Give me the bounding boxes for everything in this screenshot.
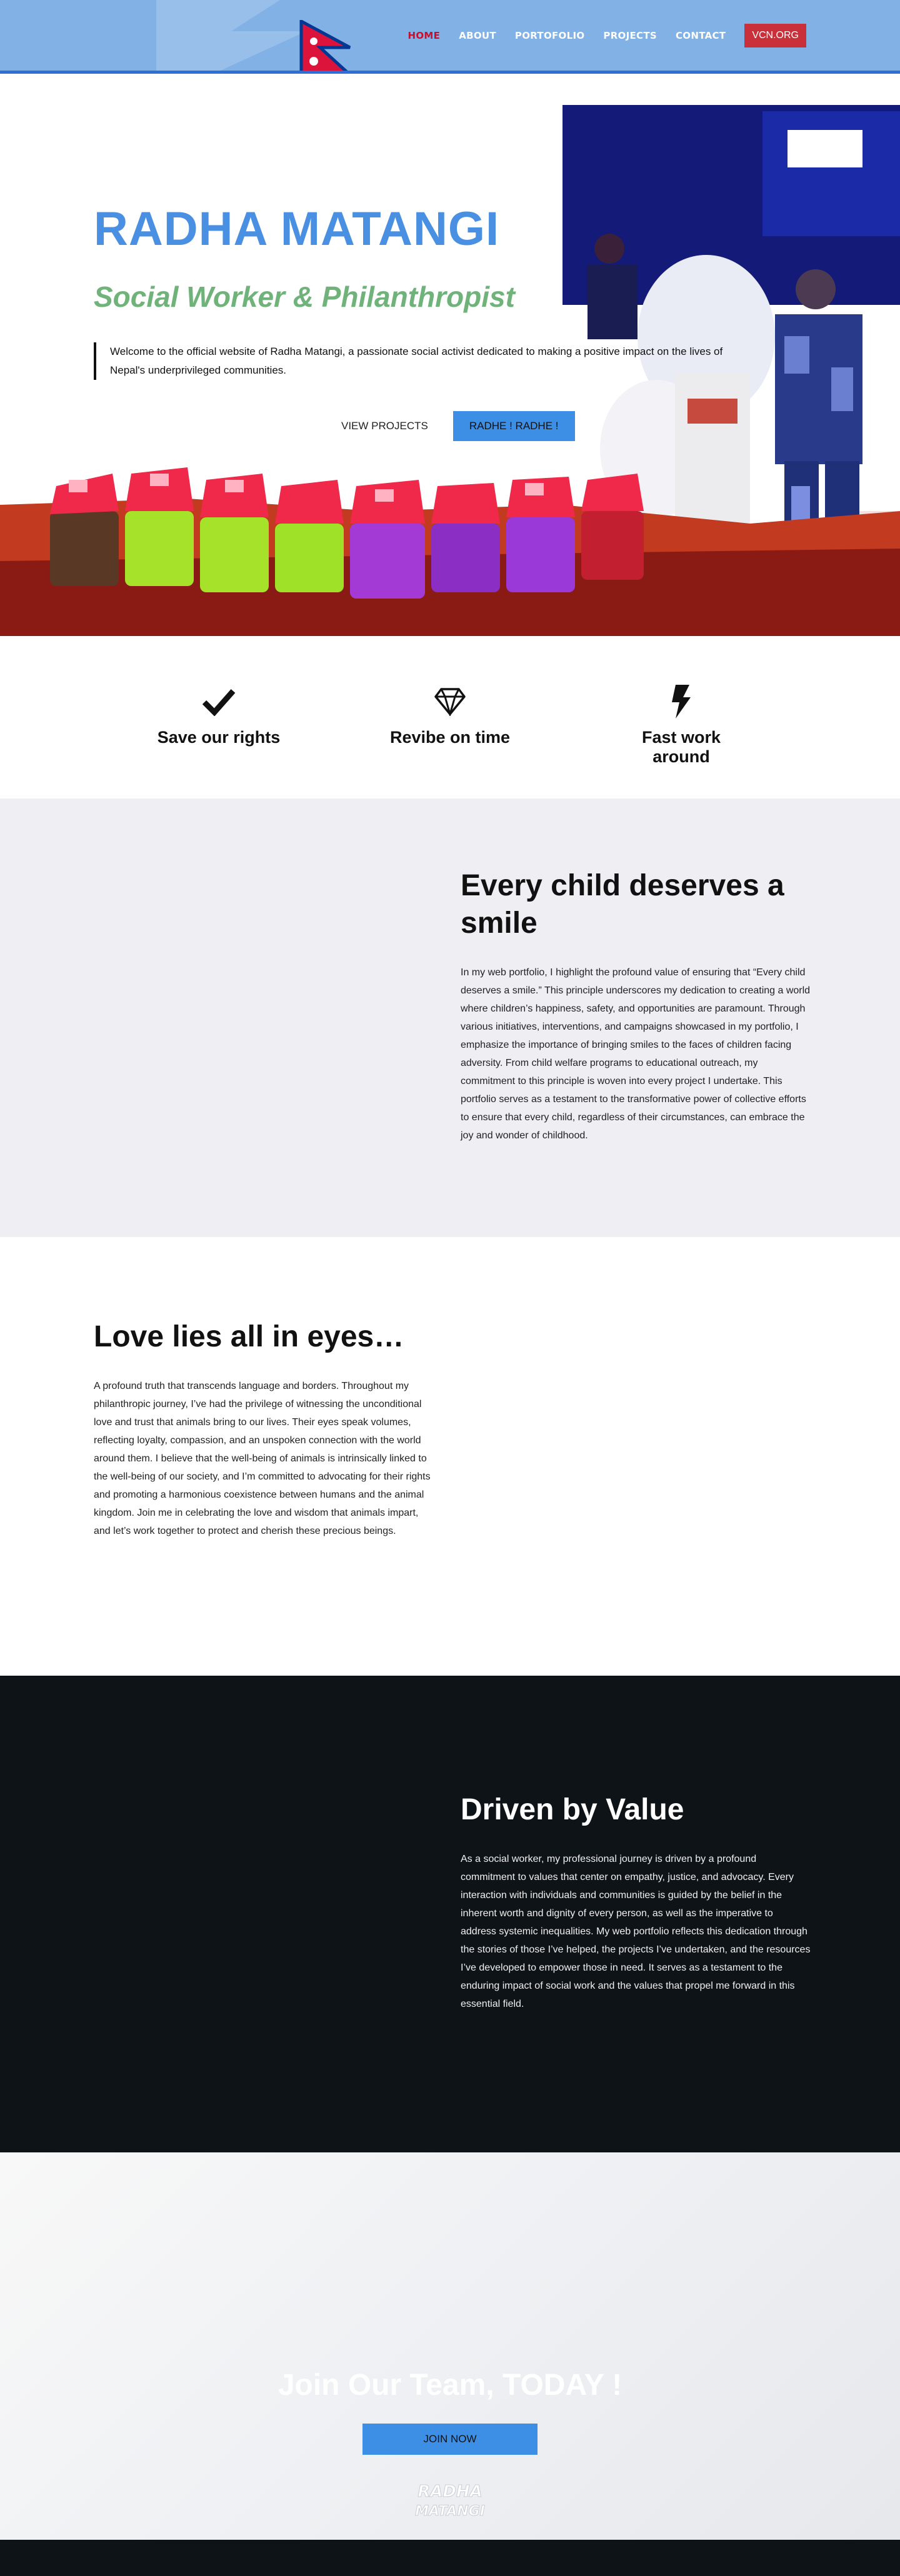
hero-intro-text: Welcome to the official website of Radha… [94, 342, 756, 380]
diamond-icon [381, 683, 519, 720]
section-body: A profound truth that transcends languag… [94, 1381, 431, 1536]
lightning-icon [612, 683, 750, 720]
feature-label: Fast work around [641, 728, 721, 766]
feature-label: Save our rights [157, 728, 281, 747]
love-lies-text: Love lies all in eyes… A profound truth … [94, 1318, 434, 1540]
every-child-section: Every child deserves a smile In my web p… [0, 798, 900, 1237]
footer-bar [0, 2540, 900, 2576]
join-team-section: Join Our Team, TODAY ! JOIN NOW RADHA MA… [0, 2152, 900, 2540]
section-body: In my web portfolio, I highlight the pro… [461, 967, 811, 1141]
radha-matangi-logo: RADHA MATANGI [415, 2482, 486, 2520]
nav-contact-link[interactable]: CONTACT [676, 30, 726, 41]
radhe-radhe-button[interactable]: RADHE ! RADHE ! [452, 411, 575, 441]
driven-by-value-text: Driven by Value As a social worker, my p… [461, 1791, 811, 2013]
feature-revibe-on-time: Revibe on time [381, 683, 519, 798]
main-menu: HOME ABOUT PORTOFOLIO PROJECTS CONTACT V… [408, 24, 806, 47]
feature-save-rights: Save our rights [150, 683, 288, 798]
section-title: Driven by Value [461, 1793, 684, 1826]
nepal-flag-icon[interactable] [299, 20, 355, 74]
hero-title: RADHA MATANGI [94, 202, 500, 256]
section-title: Every child deserves a smile [461, 869, 784, 940]
driven-by-value-section: Driven by Value As a social worker, my p… [0, 1676, 900, 2152]
every-child-text: Every child deserves a smile In my web p… [461, 867, 811, 1145]
svg-text:MATANGI: MATANGI [415, 2504, 485, 2519]
join-title: Join Our Team, TODAY ! [278, 2369, 622, 2402]
hero-subtitle: Social Worker & Philanthropist [94, 281, 515, 313]
checkmark-icon [150, 683, 288, 720]
feature-fast-work: Fast work around [612, 683, 750, 798]
nav-about-link[interactable]: ABOUT [459, 30, 496, 41]
svg-text:RADHA: RADHA [418, 2482, 482, 2501]
hero-section: RADHA MATANGI Social Worker & Philanthro… [0, 74, 900, 636]
features-row: Save our rights Revibe on time Fast work… [0, 636, 900, 798]
top-navbar: HOME ABOUT PORTOFOLIO PROJECTS CONTACT V… [0, 0, 900, 74]
nav-projects-link[interactable]: PROJECTS [603, 30, 657, 41]
view-projects-button[interactable]: VIEW PROJECTS [331, 412, 438, 440]
section-body: As a social worker, my professional jour… [461, 1854, 811, 2009]
love-lies-section: Love lies all in eyes… A profound truth … [0, 1237, 900, 1676]
hero-actions: VIEW PROJECTS RADHE ! RADHE ! [331, 411, 575, 441]
vcn-org-button[interactable]: VCN.ORG [744, 24, 806, 47]
nav-home-link[interactable]: HOME [408, 30, 441, 41]
section-title: Love lies all in eyes… [94, 1320, 404, 1353]
feature-label: Revibe on time [389, 728, 511, 747]
nav-portfolio-link[interactable]: PORTOFOLIO [515, 30, 585, 41]
join-now-button[interactable]: JOIN NOW [362, 2424, 538, 2455]
